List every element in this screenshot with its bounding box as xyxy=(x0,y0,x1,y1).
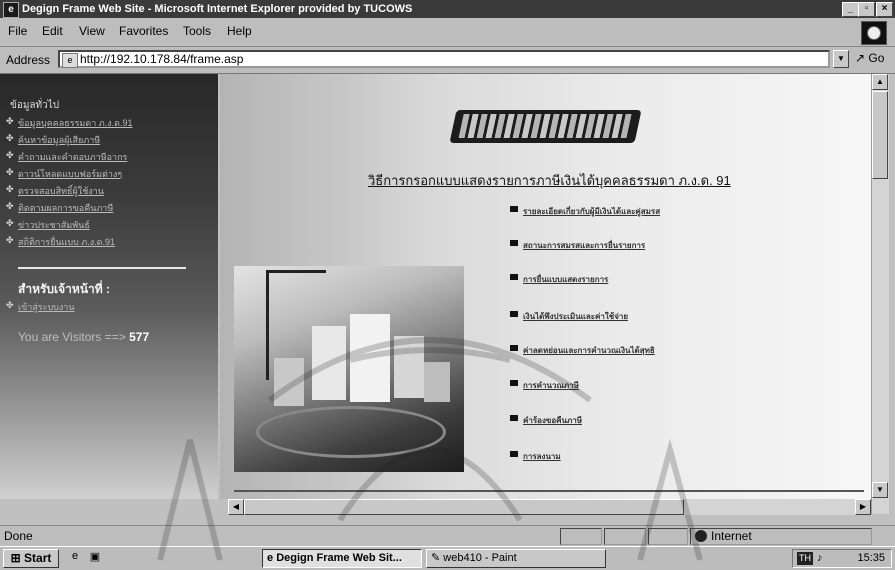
address-bar: Address e ▼ ↗ Go xyxy=(0,47,895,74)
visitor-counter: You are Visitors ==> 577 xyxy=(18,330,149,344)
taskbar-item-paint[interactable]: ✎ web410 - Paint xyxy=(426,549,606,568)
scroll-left-button[interactable]: ◀ xyxy=(228,499,244,515)
window-title: Degign Frame Web Site - Microsoft Intern… xyxy=(22,3,413,15)
address-box: e xyxy=(58,50,830,68)
bullet-icon: ✤ xyxy=(6,150,14,160)
staff-login-link[interactable]: เข้าสู่ระบบงาน xyxy=(18,300,74,314)
page-title[interactable]: วิธีการกรอกแบบแสดงรายการภาษีเงินได้บุคคล… xyxy=(368,170,731,191)
status-panel xyxy=(648,528,688,545)
title-bar: e Degign Frame Web Site - Microsoft Inte… xyxy=(0,0,895,18)
square-bullet-icon xyxy=(510,240,518,246)
status-panel xyxy=(560,528,602,545)
horizontal-scroll-thumb[interactable] xyxy=(244,499,684,515)
browser-throbber-icon xyxy=(861,21,887,45)
maximize-button[interactable]: ▫ xyxy=(858,2,875,17)
sidebar-link[interactable]: ค้นหาข้อมูลผู้เสียภาษี xyxy=(18,133,100,147)
taskbar: ⊞ Start e ▣ e Degign Frame Web Sit... ✎ … xyxy=(0,546,895,570)
bullet-icon: ✤ xyxy=(6,235,14,245)
visitor-label: You are Visitors ==> xyxy=(18,330,126,344)
bullet-icon: ✤ xyxy=(6,133,14,143)
go-label: Go xyxy=(868,51,885,65)
visitor-count: 577 xyxy=(129,330,150,344)
bullet-icon: ✤ xyxy=(6,167,14,177)
menu-tools[interactable]: Tools xyxy=(183,24,211,38)
bullet-icon: ✤ xyxy=(6,116,14,126)
menu-edit[interactable]: Edit xyxy=(42,24,63,38)
square-bullet-icon xyxy=(510,206,518,212)
vertical-scrollbar[interactable]: ▲ ▼ xyxy=(871,74,889,514)
paint-icon: ✎ xyxy=(431,552,441,564)
address-dropdown-button[interactable]: ▼ xyxy=(833,50,849,68)
page-icon: e xyxy=(62,53,78,68)
content-divider xyxy=(234,490,864,492)
close-button[interactable]: × xyxy=(876,2,893,17)
sidebar-heading: ข้อมูลทั่วไป xyxy=(10,100,60,111)
main-frame: วิธีการกรอกแบบแสดงรายการภาษีเงินได้บุคคล… xyxy=(220,74,871,499)
bullet-icon: ✤ xyxy=(6,218,14,228)
square-bullet-icon xyxy=(510,451,518,457)
status-panel xyxy=(604,528,646,545)
menu-file[interactable]: File xyxy=(8,24,27,38)
status-bar: Done Internet xyxy=(0,525,895,546)
site-banner-logo xyxy=(449,110,642,143)
sidebar-link[interactable]: สถิติการยื่นแบบ ภ.ง.ด.91 xyxy=(18,235,115,249)
sidebar-divider xyxy=(18,267,186,269)
menu-help[interactable]: Help xyxy=(227,24,252,38)
page-content: ข้อมูลทั่วไป ✤ ข้อมูลบุคคลธรรมดา ภ.ง.ด.9… xyxy=(0,74,871,499)
bullet-icon: ✤ xyxy=(6,184,14,194)
go-button[interactable]: ↗ Go xyxy=(855,51,884,65)
menu-bar: File Edit View Favorites Tools Help xyxy=(0,18,895,47)
zone-label: Internet xyxy=(711,529,752,543)
language-badge[interactable]: TH xyxy=(797,552,813,565)
status-text: Done xyxy=(4,529,33,543)
clock: 15:35 xyxy=(857,552,885,564)
sidebar-link[interactable]: ดาวน์โหลดแบบฟอร์มต่างๆ xyxy=(18,167,122,181)
sidebar-link[interactable]: ติดตามผลการขอคืนภาษี xyxy=(18,201,113,215)
security-zone: Internet xyxy=(690,528,872,545)
bullet-icon: ✤ xyxy=(6,300,14,310)
quicklaunch-desktop-icon[interactable]: ▣ xyxy=(86,550,104,567)
minimize-button[interactable]: _ xyxy=(842,2,859,17)
globe-icon xyxy=(695,530,707,542)
square-bullet-icon xyxy=(510,380,518,386)
start-button[interactable]: ⊞ Start xyxy=(3,549,59,568)
scroll-up-button[interactable]: ▲ xyxy=(872,74,888,90)
bullet-icon: ✤ xyxy=(6,201,14,211)
scroll-down-button[interactable]: ▼ xyxy=(872,482,888,498)
horizontal-scrollbar[interactable]: ◀ ▶ xyxy=(228,499,871,515)
ie-icon: e xyxy=(267,552,274,564)
left-frame: ข้อมูลทั่วไป ✤ ข้อมูลบุคคลธรรมดา ภ.ง.ด.9… xyxy=(0,74,218,499)
vertical-scroll-thumb[interactable] xyxy=(872,91,888,179)
ie-icon: e xyxy=(3,2,19,18)
square-bullet-icon xyxy=(510,311,518,317)
frame-border xyxy=(218,499,228,515)
sidebar-link[interactable]: คำถามและคำตอบภาษีอากร xyxy=(18,150,127,164)
staff-heading: สำหรับเจ้าหน้าที่ : xyxy=(18,282,110,296)
speaker-icon[interactable]: ♪ xyxy=(817,550,823,567)
sidebar-link[interactable]: ข้อมูลบุคคลธรรมดา ภ.ง.ด.91 xyxy=(18,116,132,130)
square-bullet-icon xyxy=(510,415,518,421)
sidebar-link[interactable]: ตรวจสอบสิทธิ์ผู้ใช้งาน xyxy=(18,184,104,198)
taskbar-item-browser[interactable]: e Degign Frame Web Sit... xyxy=(262,549,422,568)
quicklaunch-ie-icon[interactable]: e xyxy=(66,550,84,567)
square-bullet-icon xyxy=(510,345,518,351)
building-photo xyxy=(234,266,464,472)
windows-logo-icon: ⊞ xyxy=(10,551,21,565)
square-bullet-icon xyxy=(510,274,518,280)
scroll-right-button[interactable]: ▶ xyxy=(855,499,871,515)
menu-view[interactable]: View xyxy=(79,24,105,38)
sidebar-link[interactable]: ข่าวประชาสัมพันธ์ xyxy=(18,218,90,232)
menu-favorites[interactable]: Favorites xyxy=(119,24,168,38)
address-label: Address xyxy=(6,53,51,67)
go-arrow-icon: ↗ xyxy=(855,51,866,65)
system-tray: TH ♪ 15:35 xyxy=(792,549,892,568)
address-input[interactable] xyxy=(80,52,780,66)
